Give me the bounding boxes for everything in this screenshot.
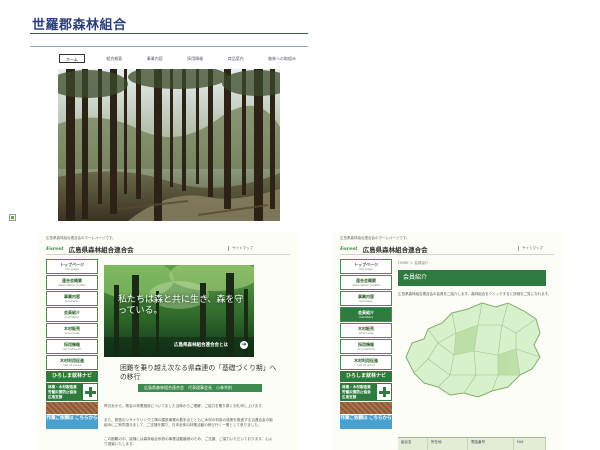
top-nav-products[interactable]: 商品案内 xyxy=(225,54,247,63)
breadcrumb[interactable]: HOME ＞ 会員紹介 xyxy=(398,261,428,266)
sidebar-item-wood-sale[interactable]: 木材販売 wood sale xyxy=(46,323,98,338)
top-site-screenshot: 世羅郡森林組合 ホーム 組合概要 事業内容 採用情報 商品案内 森林への取組み xyxy=(30,12,308,222)
right-site-screenshot: 広島県森林組合連合会のホームページです。 Forest 広島県森林組合連合会 サ… xyxy=(332,232,562,450)
navi-banner[interactable]: ひろしま就林ナビ xyxy=(46,371,98,382)
message-paragraph: また、県営のリサイクリング工場の建設事業の着手点とともに木材の利用の施策を推進す… xyxy=(104,418,273,427)
right-site-name[interactable]: 広島県森林組合連合会 xyxy=(363,244,428,254)
sidebar-item-profile[interactable]: 連合会概要 association profile xyxy=(340,275,392,290)
message-paragraph: 昨日あから、県会の林業施設についてました当時からご理解、ご協力を賜り厚くお礼申し… xyxy=(104,404,266,408)
safety-banner-text: 林業・木材製造業労働災害防止協会 広島支部 xyxy=(46,383,82,401)
sidebar-item-recruit[interactable]: 採用情報 recruitment xyxy=(340,339,392,354)
table-header-address: 所在地 xyxy=(428,438,468,450)
sidebar-item-wood-use[interactable]: 木材利用促進 use of wood xyxy=(340,355,392,370)
left-site-screenshot: 広島県森林組合連合会のホームページです。 Forest 広島県森林組合連合会 サ… xyxy=(38,232,298,450)
hero-slogan: 私たちは森と共に生き、森を守っている。 xyxy=(118,295,244,316)
safety-banner-text: 林業・木材製造業労働災害防止協会 広島支部 xyxy=(340,383,376,401)
left-header-divider xyxy=(46,254,290,255)
forest-photo-image xyxy=(58,69,280,221)
wood-banner[interactable] xyxy=(340,402,392,414)
table-header-phone: 電話番号 xyxy=(468,438,514,450)
left-site-name[interactable]: 広島県森林組合連合会 xyxy=(69,244,134,254)
sidebar-item-top[interactable]: トップページ top page xyxy=(46,259,98,274)
message-paragraph: この困難の中、皆様には森林組合系統の事業活動継続のため、ご支援、ご協力いただいて… xyxy=(104,437,273,446)
left-sidebar: トップページ top page 連合会概要 association profil… xyxy=(46,259,98,430)
green-cross-icon xyxy=(82,383,98,401)
navi-banner[interactable]: ひろしま就林ナビ xyxy=(340,371,392,382)
left-sitemap-link[interactable]: サイトマップ xyxy=(228,246,253,251)
sidebar-item-wood-use[interactable]: 木材利用促進 use of wood xyxy=(46,355,98,370)
page-description: 広島県森林組合連合会の会員をご紹介します。森林組合をクリックすると詳細をご覧にな… xyxy=(398,292,552,296)
right-sidebar: トップページ top page 連合会概要 association profil… xyxy=(340,259,392,430)
top-nav: ホーム 組合概要 事業内容 採用情報 商品案内 森林への取組み xyxy=(59,53,299,63)
top-nav-home[interactable]: ホーム xyxy=(59,53,85,63)
top-site-title: 世羅郡森林組合 xyxy=(32,18,127,33)
right-header-divider xyxy=(340,254,554,255)
top-nav-rule xyxy=(30,46,308,47)
table-header-fax: FAX xyxy=(514,438,546,450)
sidebar-item-business[interactable]: 事業内容 business xyxy=(46,291,98,306)
message-heading: 困難を乗り越え次なる県森連の「基礎づくり期」への移行 xyxy=(120,364,277,381)
right-sitemap-link[interactable]: サイトマップ xyxy=(518,246,543,251)
members-table-header: 組合名 所在地 電話番号 FAX xyxy=(398,437,546,450)
request-banner[interactable]: 作業ご依頼は こちらから xyxy=(340,415,392,429)
table-header-name: 組合名 xyxy=(398,438,428,450)
wood-banner[interactable] xyxy=(46,402,98,414)
page-title-banner: 会員紹介 xyxy=(398,270,546,286)
safety-banner[interactable]: 林業・木材製造業労働災害防止協会 広島支部 xyxy=(340,383,392,401)
sidebar-item-members[interactable]: 会員紹介 members xyxy=(46,307,98,322)
request-banner[interactable]: 作業ご依頼は こちらから xyxy=(46,415,98,429)
sidebar-item-wood-sale[interactable]: 木材販売 wood sale xyxy=(340,323,392,338)
safety-banner[interactable]: 林業・木材製造業労働災害防止協会 広島支部 xyxy=(46,383,98,401)
green-cross-icon xyxy=(376,383,392,401)
right-header: Forest 広島県森林組合連合会 xyxy=(340,244,428,254)
top-nav-forest[interactable]: 森林への取組み xyxy=(265,54,299,63)
sidebar-item-top[interactable]: トップページ top page xyxy=(340,259,392,274)
left-header: Forest 広島県森林組合連合会 xyxy=(46,244,134,254)
sidebar-item-profile[interactable]: 連合会概要 association profile xyxy=(46,275,98,290)
broken-image-icon xyxy=(9,214,16,221)
top-nav-business[interactable]: 事業内容 xyxy=(144,54,166,63)
sidebar-item-members-active[interactable]: 会員紹介 members xyxy=(340,307,392,322)
hero-caption[interactable]: 広島県森林組合連合会とは xyxy=(174,342,228,348)
forest-logo-icon[interactable]: Forest xyxy=(340,246,358,252)
top-nav-recruit[interactable]: 採用情報 xyxy=(184,54,206,63)
forest-logo-icon[interactable]: Forest xyxy=(46,246,64,252)
left-tagline: 広島県森林組合連合会のホームページです。 xyxy=(46,236,116,240)
right-tagline: 広島県森林組合連合会のホームページです。 xyxy=(340,236,410,240)
arrow-right-icon[interactable]: ➔ xyxy=(240,341,248,349)
top-title-rule xyxy=(30,33,308,34)
message-author: 広島県森林組合連合会 代表理事会長 小林秀則 xyxy=(138,384,262,392)
sidebar-item-recruit[interactable]: 採用情報 recruitment xyxy=(46,339,98,354)
sidebar-item-business[interactable]: 事業内容 business xyxy=(340,291,392,306)
hiroshima-map[interactable] xyxy=(398,299,546,401)
top-nav-about[interactable]: 組合概要 xyxy=(103,54,125,63)
hero-image[interactable]: 私たちは森と共に生き、森を守っている。 広島県森林組合連合会とは ➔ xyxy=(104,265,254,357)
forest-photo xyxy=(58,69,280,221)
